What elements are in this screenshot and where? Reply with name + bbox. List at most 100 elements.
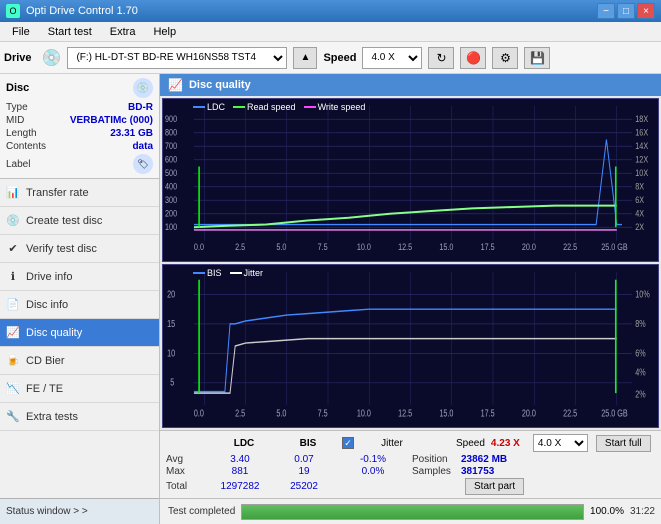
sidebar-item-cd-bier[interactable]: 🍺 CD Bier: [0, 347, 159, 375]
refresh-button[interactable]: ↻: [428, 47, 454, 69]
svg-text:5.0: 5.0: [276, 407, 286, 419]
close-button[interactable]: ×: [637, 3, 655, 19]
jitter-legend-label: Jitter: [244, 268, 264, 278]
minimize-button[interactable]: −: [597, 3, 615, 19]
svg-text:7.5: 7.5: [318, 407, 328, 419]
settings-button[interactable]: ⚙: [492, 47, 518, 69]
svg-text:5: 5: [170, 376, 174, 388]
status-window-button[interactable]: Status window > >: [0, 498, 159, 524]
sidebar-item-create-test-disc[interactable]: 💿 Create test disc: [0, 207, 159, 235]
svg-text:4%: 4%: [635, 366, 645, 378]
sidebar-item-transfer-rate[interactable]: 📊 Transfer rate: [0, 179, 159, 207]
content-area: 📈 Disc quality LDC Read speed: [160, 74, 661, 524]
svg-text:2%: 2%: [635, 388, 645, 400]
svg-text:2X: 2X: [635, 221, 644, 232]
svg-text:6X: 6X: [635, 194, 644, 205]
fe-te-label: FE / TE: [26, 383, 63, 395]
action-buttons: Start full: [596, 435, 651, 452]
svg-text:17.5: 17.5: [481, 407, 495, 419]
quality-header: 📈 Disc quality: [160, 74, 661, 96]
eject-button[interactable]: ▲: [293, 47, 317, 69]
start-part-button[interactable]: Start part: [465, 478, 524, 495]
svg-text:8X: 8X: [635, 180, 644, 191]
svg-text:800: 800: [165, 126, 177, 137]
app-icon: O: [6, 4, 20, 18]
svg-text:10: 10: [167, 347, 175, 359]
start-full-button[interactable]: Start full: [596, 435, 651, 452]
sidebar-item-drive-info[interactable]: ℹ Drive info: [0, 263, 159, 291]
svg-text:20.0: 20.0: [522, 407, 536, 419]
stats-max-row: Max 881 19 0.0% Samples 381753: [166, 466, 524, 477]
type-label: Type: [6, 102, 28, 113]
disc-quality-icon: 📈: [6, 326, 20, 340]
col-header-jitter: Jitter: [357, 438, 427, 449]
speed-dropdown[interactable]: 4.0 X: [533, 434, 588, 452]
svg-text:17.5: 17.5: [481, 241, 495, 252]
sidebar-item-verify-test-disc[interactable]: ✔ Verify test disc: [0, 235, 159, 263]
contents-label: Contents: [6, 141, 46, 152]
cd-bier-icon: 🍺: [6, 354, 20, 368]
drive-select[interactable]: (F:) HL-DT-ST BD-RE WH16NS58 TST4: [67, 47, 287, 69]
svg-text:14X: 14X: [635, 140, 648, 151]
progress-bar-outer: [241, 504, 584, 520]
svg-text:0.0: 0.0: [194, 241, 204, 252]
avg-label: Avg: [166, 454, 206, 465]
sidebar-item-disc-info[interactable]: 📄 Disc info: [0, 291, 159, 319]
ldc-legend-dot: [193, 106, 205, 108]
mid-value: VERBATIMc (000): [70, 115, 153, 126]
ldc-legend-label: LDC: [207, 102, 225, 112]
progress-bar-area: Test completed 100.0% 31:22: [160, 498, 661, 524]
max-ldc: 881: [210, 466, 270, 477]
svg-text:4X: 4X: [635, 207, 644, 218]
svg-text:22.5: 22.5: [563, 241, 577, 252]
verify-test-disc-label: Verify test disc: [26, 243, 97, 255]
svg-text:15.0: 15.0: [439, 241, 453, 252]
svg-text:200: 200: [165, 207, 177, 218]
total-label: Total: [166, 481, 206, 492]
total-bis: 25202: [274, 481, 334, 492]
type-value: BD-R: [128, 102, 153, 113]
svg-text:25.0 GB: 25.0 GB: [601, 407, 627, 419]
drive-icon: 💿: [42, 48, 62, 68]
disc-info-icon: 📄: [6, 298, 20, 312]
jitter-checkbox[interactable]: ✓: [342, 437, 354, 449]
svg-text:10%: 10%: [635, 288, 649, 300]
burn-button[interactable]: 🔴: [460, 47, 486, 69]
sidebar-item-disc-quality[interactable]: 📈 Disc quality: [0, 319, 159, 347]
stats-data-rows: Avg 3.40 0.07 -0.1% Position 23862 MB Ma…: [166, 454, 655, 495]
cd-bier-label: CD Bier: [26, 355, 65, 367]
speed-select[interactable]: 4.0 X: [362, 47, 422, 69]
stats-avg-row: Avg 3.40 0.07 -0.1% Position 23862 MB: [166, 454, 524, 465]
svg-text:6%: 6%: [635, 347, 645, 359]
drive-info-icon: ℹ: [6, 270, 20, 284]
transfer-rate-label: Transfer rate: [26, 187, 89, 199]
bis-legend-item: BIS: [193, 268, 222, 278]
svg-text:7.5: 7.5: [318, 241, 328, 252]
maximize-button[interactable]: □: [617, 3, 635, 19]
svg-text:10.0: 10.0: [357, 407, 371, 419]
svg-text:2.5: 2.5: [235, 241, 245, 252]
save-button[interactable]: 💾: [524, 47, 550, 69]
svg-text:16X: 16X: [635, 126, 648, 137]
svg-text:15.0: 15.0: [439, 407, 453, 419]
svg-text:12.5: 12.5: [398, 241, 412, 252]
menu-extra[interactable]: Extra: [102, 24, 144, 40]
sidebar-item-extra-tests[interactable]: 🔧 Extra tests: [0, 403, 159, 431]
read-speed-legend-label: Read speed: [247, 102, 296, 112]
extra-tests-icon: 🔧: [6, 410, 20, 424]
avg-jitter: -0.1%: [338, 454, 408, 465]
samples-label: Samples: [412, 466, 457, 477]
menu-start-test[interactable]: Start test: [40, 24, 100, 40]
extra-tests-label: Extra tests: [26, 411, 78, 423]
status-window-label: Status window > >: [6, 506, 88, 517]
menu-help[interactable]: Help: [145, 24, 184, 40]
drive-bar: Drive 💿 (F:) HL-DT-ST BD-RE WH16NS58 TST…: [0, 42, 661, 74]
progress-bar-inner: [242, 505, 583, 519]
svg-text:22.5: 22.5: [563, 407, 577, 419]
menu-file[interactable]: File: [4, 24, 38, 40]
chart1-svg: 900 800 700 600 500 400 300 200 100 18X …: [163, 99, 658, 261]
sidebar-item-fe-te[interactable]: 📉 FE / TE: [0, 375, 159, 403]
samples-value: 381753: [461, 466, 494, 477]
position-label: Position: [412, 454, 457, 465]
disc-quality-label: Disc quality: [26, 327, 82, 339]
